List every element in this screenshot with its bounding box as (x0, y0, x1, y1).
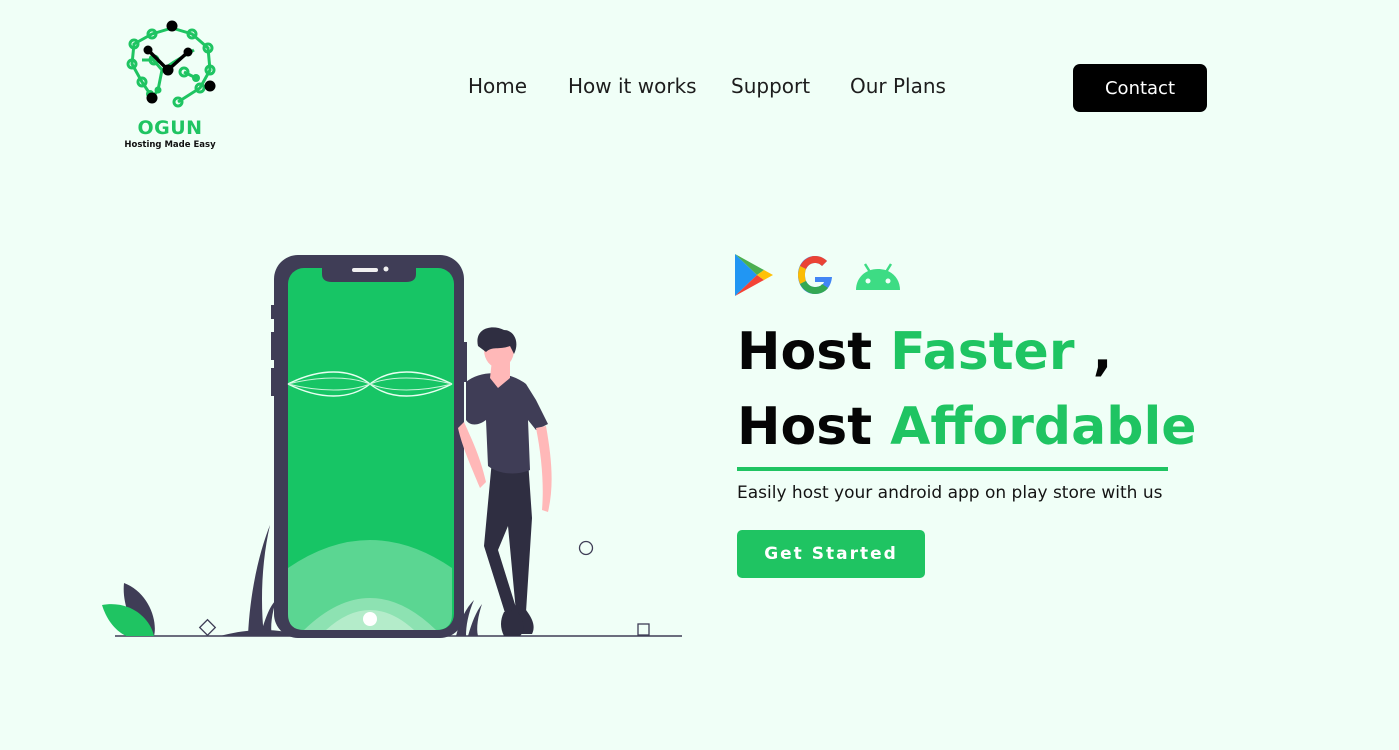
headline-word-2: Host (737, 397, 873, 457)
person (458, 327, 552, 636)
landing-page: OGUN Hosting Made Easy Home How it works… (0, 0, 1399, 750)
hero-subtitle: Easily host your android app on play sto… (737, 483, 1163, 503)
brand-tagline: Hosting Made Easy (124, 140, 216, 150)
phone (271, 255, 467, 638)
headline-accent-1: Faster (890, 322, 1075, 382)
play-store-icon (735, 254, 773, 296)
headline-suffix-1: , (1074, 322, 1113, 382)
get-started-button[interactable]: Get Started (737, 530, 925, 578)
android-icon (856, 263, 900, 290)
brand-name: OGUN (137, 117, 203, 139)
contact-button[interactable]: Contact (1073, 64, 1207, 112)
circuit-clock-icon (126, 20, 216, 108)
nav-how-it-works-link[interactable]: How it works (568, 74, 697, 98)
circle-shape (578, 540, 594, 556)
google-icon (798, 256, 832, 294)
hero-illustration (102, 255, 682, 638)
headline-line-2: Host Affordable (737, 401, 1197, 453)
headline-word-1: Host (737, 322, 873, 382)
nav-our-plans-link[interactable]: Our Plans (850, 74, 946, 98)
nav-support-link[interactable]: Support (731, 74, 810, 98)
headline-accent-2: Affordable (890, 397, 1197, 457)
diamond-shape (198, 618, 217, 637)
headline-underline (737, 467, 1168, 471)
brand-logo[interactable]: OGUN Hosting Made Easy (118, 20, 222, 155)
nav-home-link[interactable]: Home (468, 74, 527, 98)
headline-line-1: Host Faster , (737, 326, 1112, 378)
square-shape (637, 623, 650, 636)
